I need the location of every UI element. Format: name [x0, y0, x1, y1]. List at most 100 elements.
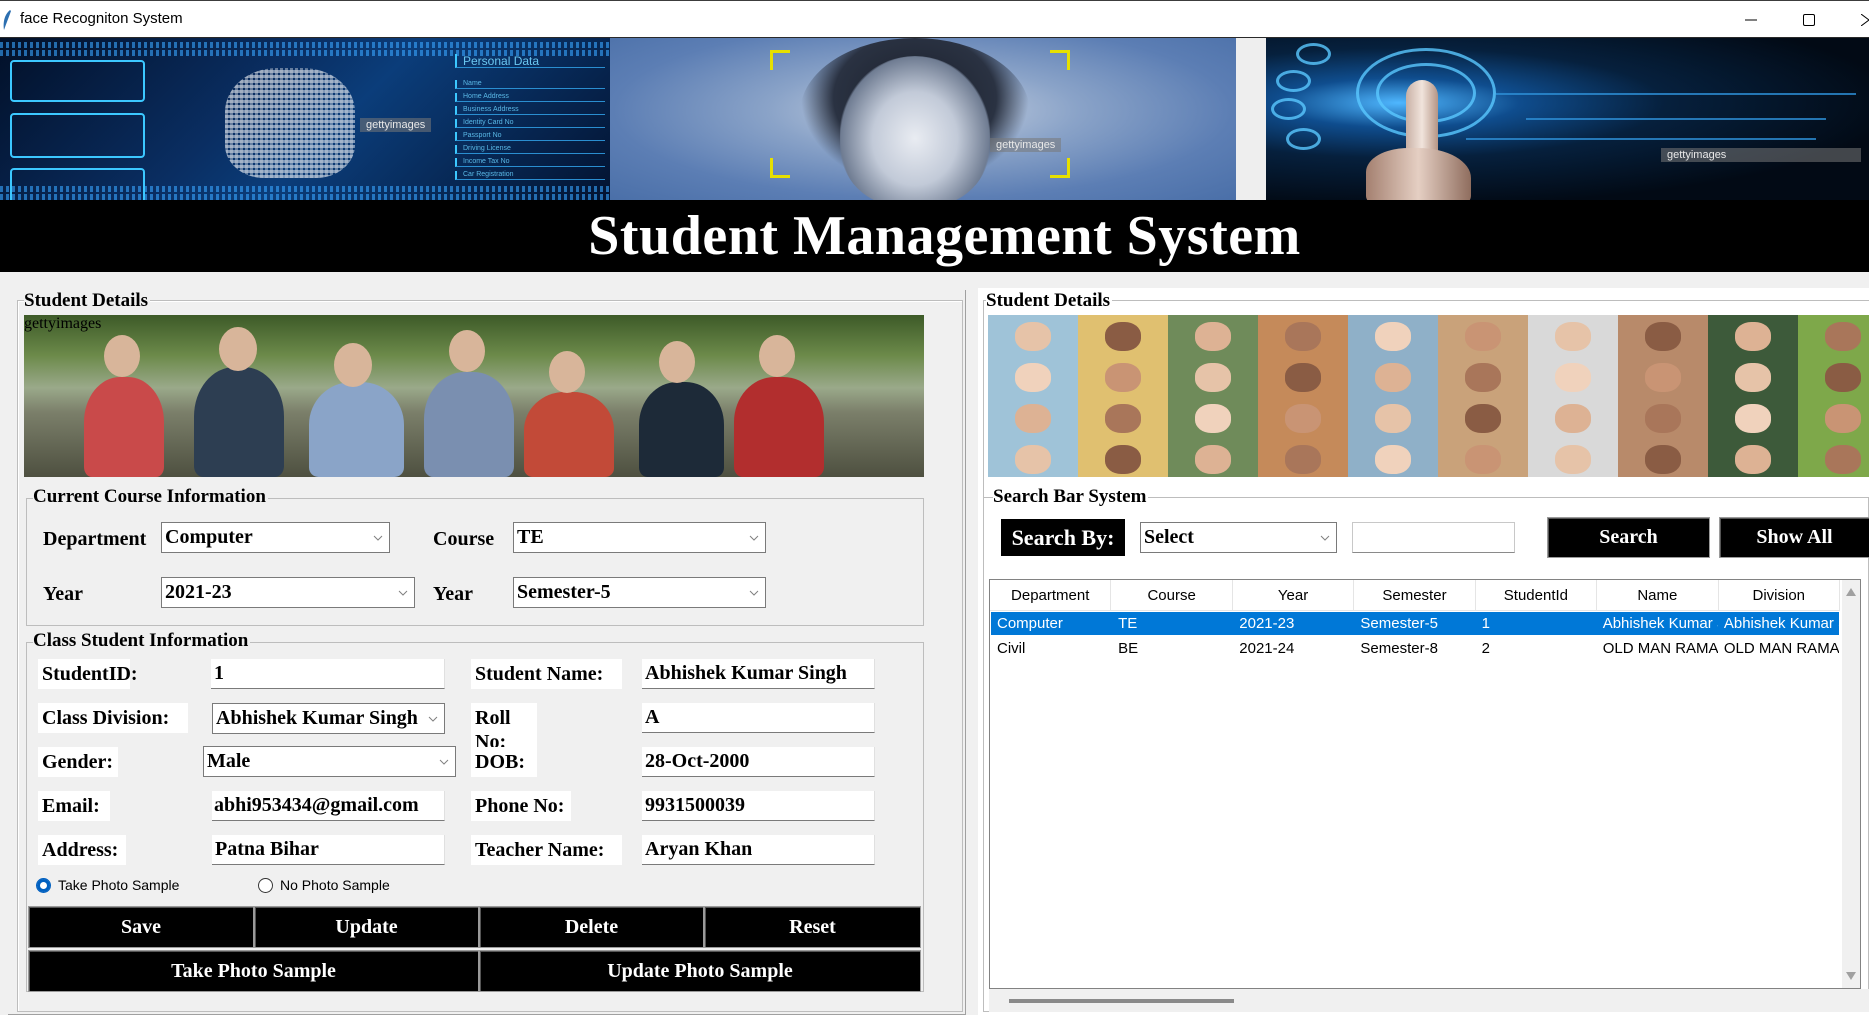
scroll-up-arrow-icon[interactable] [1846, 588, 1856, 596]
reset-button[interactable]: Reset [704, 906, 921, 948]
year-combobox[interactable]: 2021-23 [161, 577, 415, 608]
banner-field: Passport No [455, 132, 605, 141]
column-header-division[interactable]: Division [1719, 580, 1840, 610]
chevron-down-icon [422, 704, 444, 733]
face-tile [1798, 315, 1869, 356]
column-header-year[interactable]: Year [1233, 580, 1355, 610]
face-tile [1528, 438, 1618, 477]
department-combobox[interactable]: Computer [161, 522, 390, 553]
banner-image-touch-interface: gettyimages [1266, 38, 1869, 200]
class-division-label: Class Division: [38, 703, 188, 733]
scrollbar-thumb[interactable] [1009, 999, 1234, 1003]
email-input[interactable]: abhi953434@gmail.com [212, 791, 445, 821]
phone-input[interactable]: 9931500039 [642, 791, 875, 821]
face-tile [988, 438, 1078, 477]
search-button[interactable]: Search [1547, 517, 1710, 558]
column-header-course[interactable]: Course [1111, 580, 1233, 610]
student-id-input[interactable]: 1 [211, 659, 445, 689]
phone-label: Phone No: [471, 791, 571, 821]
semester-combobox[interactable]: Semester-5 [513, 577, 766, 608]
watermark: gettyimages [360, 118, 432, 132]
scroll-down-arrow-icon[interactable] [1846, 972, 1856, 980]
face-tile [1528, 397, 1618, 438]
student-name-input[interactable]: Abhishek Kumar Singh [642, 659, 875, 689]
table-cell: 1 [1481, 615, 1490, 632]
table-cell: 2021-23 [1239, 615, 1295, 632]
minimize-button[interactable] [1723, 1, 1779, 38]
table-cell: Computer [997, 615, 1063, 632]
column-header-semester[interactable]: Semester [1354, 580, 1476, 610]
teacher-name-label: Teacher Name: [471, 835, 622, 865]
column-header-studentid[interactable]: StudentId [1476, 580, 1598, 610]
radio-unselected-icon [258, 877, 273, 893]
face-tile [1078, 438, 1168, 477]
page-title: Student Management System [588, 205, 1301, 267]
table-row[interactable]: Civil BE 2021-24 Semester-8 2 OLD MAN RA… [991, 637, 1839, 660]
face-tile [1708, 315, 1798, 356]
watermark: gettyimages [990, 138, 1062, 152]
chevron-down-icon [743, 578, 765, 607]
face-tile [1168, 438, 1258, 477]
year-label: Year [43, 583, 83, 605]
banner-field: Home Address [455, 93, 605, 102]
student-id-label: StudentID: [38, 659, 138, 689]
face-tile [1618, 397, 1708, 438]
take-photo-sample-button[interactable]: Take Photo Sample [28, 950, 479, 992]
save-button[interactable]: Save [28, 906, 254, 948]
search-input[interactable] [1352, 522, 1515, 553]
update-photo-sample-button[interactable]: Update Photo Sample [479, 950, 921, 992]
banner-field: Car Registration [455, 171, 605, 180]
search-bar-label: Search Bar System [993, 486, 1149, 507]
face-tile [1168, 356, 1258, 397]
show-all-button[interactable]: Show All [1719, 517, 1869, 558]
close-button[interactable] [1839, 1, 1869, 38]
table-row[interactable]: Computer TE 2021-23 Semester-5 1 Abhishe… [991, 612, 1839, 635]
students-group-photo: gettyimages [24, 315, 924, 477]
horizontal-scrollbar[interactable] [989, 989, 1869, 1012]
chevron-down-icon [392, 578, 414, 607]
update-button[interactable]: Update [254, 906, 479, 948]
banner-field: Business Address [455, 106, 605, 115]
table-cell: OLD MAN RAMA [1602, 640, 1718, 657]
face-tile [1258, 356, 1348, 397]
gender-combobox[interactable]: Male [203, 746, 456, 777]
table-cell: TE [1118, 615, 1138, 632]
teacher-name-input[interactable]: Aryan Khan [642, 835, 875, 865]
face-tile [1798, 438, 1869, 477]
dob-input[interactable]: 28-Oct-2000 [642, 747, 875, 777]
hand-scan-graphic [225, 68, 355, 178]
face-tile [1618, 315, 1708, 356]
right-student-details-label: Student Details [986, 290, 1113, 311]
table-cell: 2 [1481, 640, 1490, 657]
roll-no-input[interactable]: A [642, 703, 875, 733]
face-tile [1438, 397, 1528, 438]
face-tile [1258, 315, 1348, 356]
maximize-icon [1803, 13, 1815, 26]
address-label: Address: [38, 835, 126, 865]
column-header-department[interactable]: Department [990, 580, 1112, 610]
search-by-combobox[interactable]: Select [1140, 522, 1337, 553]
class-division-combobox[interactable]: Abhishek Kumar Singh [212, 703, 445, 734]
student-name-label: Student Name: [471, 659, 622, 689]
table-cell: 2021-24 [1239, 640, 1295, 657]
vertical-scrollbar[interactable] [1842, 580, 1860, 988]
face-tile [1528, 356, 1618, 397]
face-tile [1348, 356, 1438, 397]
search-by-label: Search By: [1001, 519, 1125, 556]
delete-button[interactable]: Delete [479, 906, 704, 948]
maximize-button[interactable] [1781, 1, 1837, 38]
feather-app-icon [3, 10, 11, 30]
course-info-label: Current Course Information [33, 486, 268, 507]
window-title: face Recogniton System [20, 10, 183, 27]
face-tile [988, 397, 1078, 438]
face-tile [1078, 397, 1168, 438]
take-photo-sample-radio[interactable]: Take Photo Sample [36, 877, 179, 893]
class-info-label: Class Student Information [33, 630, 251, 651]
column-header-name[interactable]: Name [1597, 580, 1719, 610]
watermark: gettyimages [1661, 148, 1861, 162]
address-input[interactable]: Patna Bihar [212, 835, 445, 865]
no-photo-sample-radio[interactable]: No Photo Sample [258, 877, 390, 893]
banner-field: Identity Card No [455, 119, 605, 128]
course-combobox[interactable]: TE [513, 522, 766, 553]
table-cell: Semester-5 [1360, 615, 1438, 632]
